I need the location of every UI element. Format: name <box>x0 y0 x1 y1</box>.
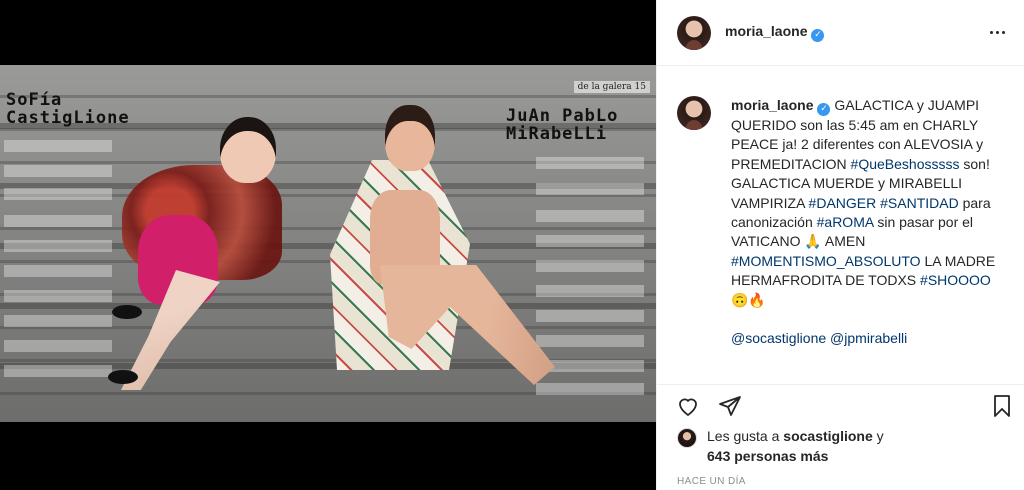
hashtag-link[interactable]: #MOMENTISMO_ABSOLUTO <box>731 253 921 269</box>
magazine-text-block <box>4 140 112 152</box>
save-button[interactable] <box>987 391 1017 421</box>
magazine-text-block <box>536 310 644 322</box>
shoe <box>112 305 142 319</box>
magazine-text-block <box>536 285 644 297</box>
likes-prefix: Les gusta a <box>707 428 784 444</box>
magazine-text-block <box>536 260 644 272</box>
magazine-text-block <box>4 315 112 327</box>
dot-icon <box>995 30 999 34</box>
magazine-text-block <box>4 290 112 302</box>
magazine-name-right: JuAn PabLo MiRabeLLi <box>506 106 619 144</box>
post-media[interactable]: SoFía CastigLione JuAn PabLo MiRabeLLi d… <box>0 0 656 490</box>
caption-username: moria_laone <box>731 97 814 113</box>
verified-badge-icon: ✓ <box>817 103 831 116</box>
caption-body: GALACTICA y JUAMPI QUERIDO son las 5:45 … <box>731 97 995 308</box>
caption-mentions: @socastiglione @jpmirabelli <box>731 329 1003 348</box>
dot-icon <box>989 30 993 34</box>
magazine-text-block <box>4 340 112 352</box>
bookmark-icon <box>994 395 1010 417</box>
hashtag-link[interactable]: #QueBeshosssss <box>851 156 960 172</box>
liker-avatar[interactable] <box>677 428 697 448</box>
caption-username-link[interactable]: moria_laone ✓ <box>731 97 831 116</box>
caption-avatar[interactable] <box>677 96 711 130</box>
username-link[interactable]: moria_laone ✓ <box>725 23 825 42</box>
mention-link[interactable]: @jpmirabelli <box>830 330 907 346</box>
like-button[interactable] <box>673 391 703 421</box>
shoe <box>108 370 138 384</box>
post-sidebar: moria_laone ✓ moria_laone ✓ GALACTICA y JU… <box>656 0 1024 490</box>
heart-icon <box>679 398 697 417</box>
avatar[interactable] <box>677 15 711 50</box>
hashtag-link[interactable]: #SANTIDAD <box>880 195 959 211</box>
magazine-text-block <box>4 165 112 177</box>
hashtag-link[interactable]: #aROMA <box>817 214 874 230</box>
magazine-text-block <box>4 215 112 227</box>
dot-icon <box>1001 30 1005 34</box>
likes-text: Les gusta a socastiglione y 643 personas… <box>707 426 884 466</box>
magazine-text-block <box>536 210 644 222</box>
caption-comment: moria_laone ✓ GALACTICA y JUAMPI QUERIDO … <box>677 96 1017 348</box>
magazine-text-block <box>4 240 112 252</box>
magazine-text-block <box>536 235 644 247</box>
hashtag-link[interactable]: #DANGER <box>809 195 877 211</box>
magazine-text-block <box>4 265 112 277</box>
more-options-button[interactable] <box>985 20 1009 44</box>
magazine-text-block <box>4 365 112 377</box>
liker-username-link[interactable]: socastiglione <box>783 428 872 444</box>
magazine-text-block <box>536 157 644 169</box>
magazine-header: de la galera 15 <box>573 81 650 93</box>
share-button[interactable] <box>715 391 745 421</box>
post-timestamp[interactable]: HACE UN DÍA <box>677 476 746 487</box>
post-header: moria_laone ✓ <box>657 0 1024 66</box>
action-bar <box>657 384 1024 424</box>
username-text: moria_laone <box>725 23 808 39</box>
send-icon <box>719 396 741 416</box>
magazine-text-block <box>536 335 644 347</box>
verified-badge-icon: ✓ <box>811 29 825 42</box>
woman-head <box>220 117 276 183</box>
likes-summary: Les gusta a socastiglione y 643 personas… <box>677 426 884 466</box>
magazine-text-block <box>536 183 644 195</box>
magazine-text-block <box>536 383 644 395</box>
caption-fragment: 🙃🔥 <box>731 291 766 308</box>
likes-suffix: y <box>872 428 884 444</box>
magazine-name-left: SoFía CastigLione <box>6 90 130 128</box>
likes-count-link[interactable]: 643 personas más <box>707 448 828 464</box>
mention-link[interactable]: @socastiglione <box>731 330 826 346</box>
man-head <box>385 105 435 171</box>
magazine-text-block <box>4 188 112 200</box>
hashtag-link[interactable]: #SHOOOO <box>920 272 991 288</box>
post-photo[interactable]: SoFía CastigLione JuAn PabLo MiRabeLLi d… <box>0 65 656 422</box>
caption-text: moria_laone ✓ GALACTICA y JUAMPI QUERIDO … <box>731 96 1003 348</box>
